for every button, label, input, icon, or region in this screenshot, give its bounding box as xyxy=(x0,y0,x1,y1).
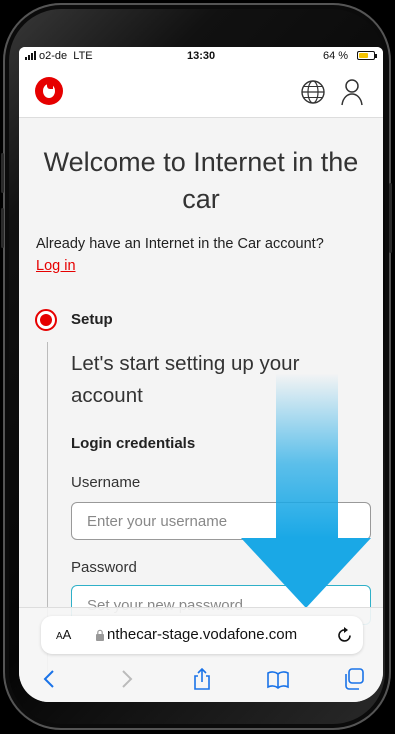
user-icon[interactable] xyxy=(340,78,364,106)
page-title: Welcome to Internet in the car xyxy=(43,147,359,214)
address-bar[interactable]: AA nthecar-stage.vodafone.com xyxy=(41,616,363,654)
phone-frame: o2-de LTE 13:30 64 % Welcome to Internet… xyxy=(1,3,392,730)
browser-chrome: AA nthecar-stage.vodafone.com xyxy=(19,607,383,702)
reload-icon[interactable] xyxy=(337,626,353,644)
back-icon[interactable] xyxy=(39,668,61,690)
account-prompt: Already have an Internet in the Car acco… xyxy=(36,236,324,252)
username-label: Username xyxy=(71,474,141,491)
browser-toolbar xyxy=(19,660,383,700)
screen: o2-de LTE 13:30 64 % Welcome to Internet… xyxy=(19,47,383,702)
carrier-name: o2-de xyxy=(39,50,68,62)
url-text[interactable]: nthecar-stage.vodafone.com xyxy=(107,626,297,643)
clock: 13:30 xyxy=(187,50,216,62)
globe-icon[interactable] xyxy=(300,79,326,105)
volume-down-button xyxy=(1,208,4,248)
password-label: Password xyxy=(71,559,137,576)
volume-up-button xyxy=(1,153,4,193)
share-icon[interactable] xyxy=(191,668,213,690)
step-label-setup: Setup xyxy=(71,311,113,328)
network-type: LTE xyxy=(73,50,93,62)
tabs-icon[interactable] xyxy=(343,668,365,690)
text-size-button[interactable]: AA xyxy=(56,627,71,642)
login-credentials-heading: Login credentials xyxy=(71,435,196,452)
signal-icon xyxy=(25,51,36,60)
status-bar: o2-de LTE 13:30 64 % xyxy=(19,47,383,65)
step-active-indicator xyxy=(35,309,57,331)
power-button xyxy=(389,183,392,253)
vodafone-logo-icon[interactable] xyxy=(35,77,63,105)
battery-fill xyxy=(359,53,368,58)
page-content: Welcome to Internet in the car Already h… xyxy=(19,118,383,672)
battery-percent: 64 % xyxy=(323,50,349,62)
lock-icon xyxy=(96,629,104,641)
site-header xyxy=(19,65,383,118)
login-link[interactable]: Log in xyxy=(36,258,76,274)
battery-icon xyxy=(357,51,377,60)
scroll-down-arrow-icon xyxy=(241,373,371,608)
forward-icon[interactable] xyxy=(115,668,137,690)
bookmarks-icon[interactable] xyxy=(267,668,289,690)
